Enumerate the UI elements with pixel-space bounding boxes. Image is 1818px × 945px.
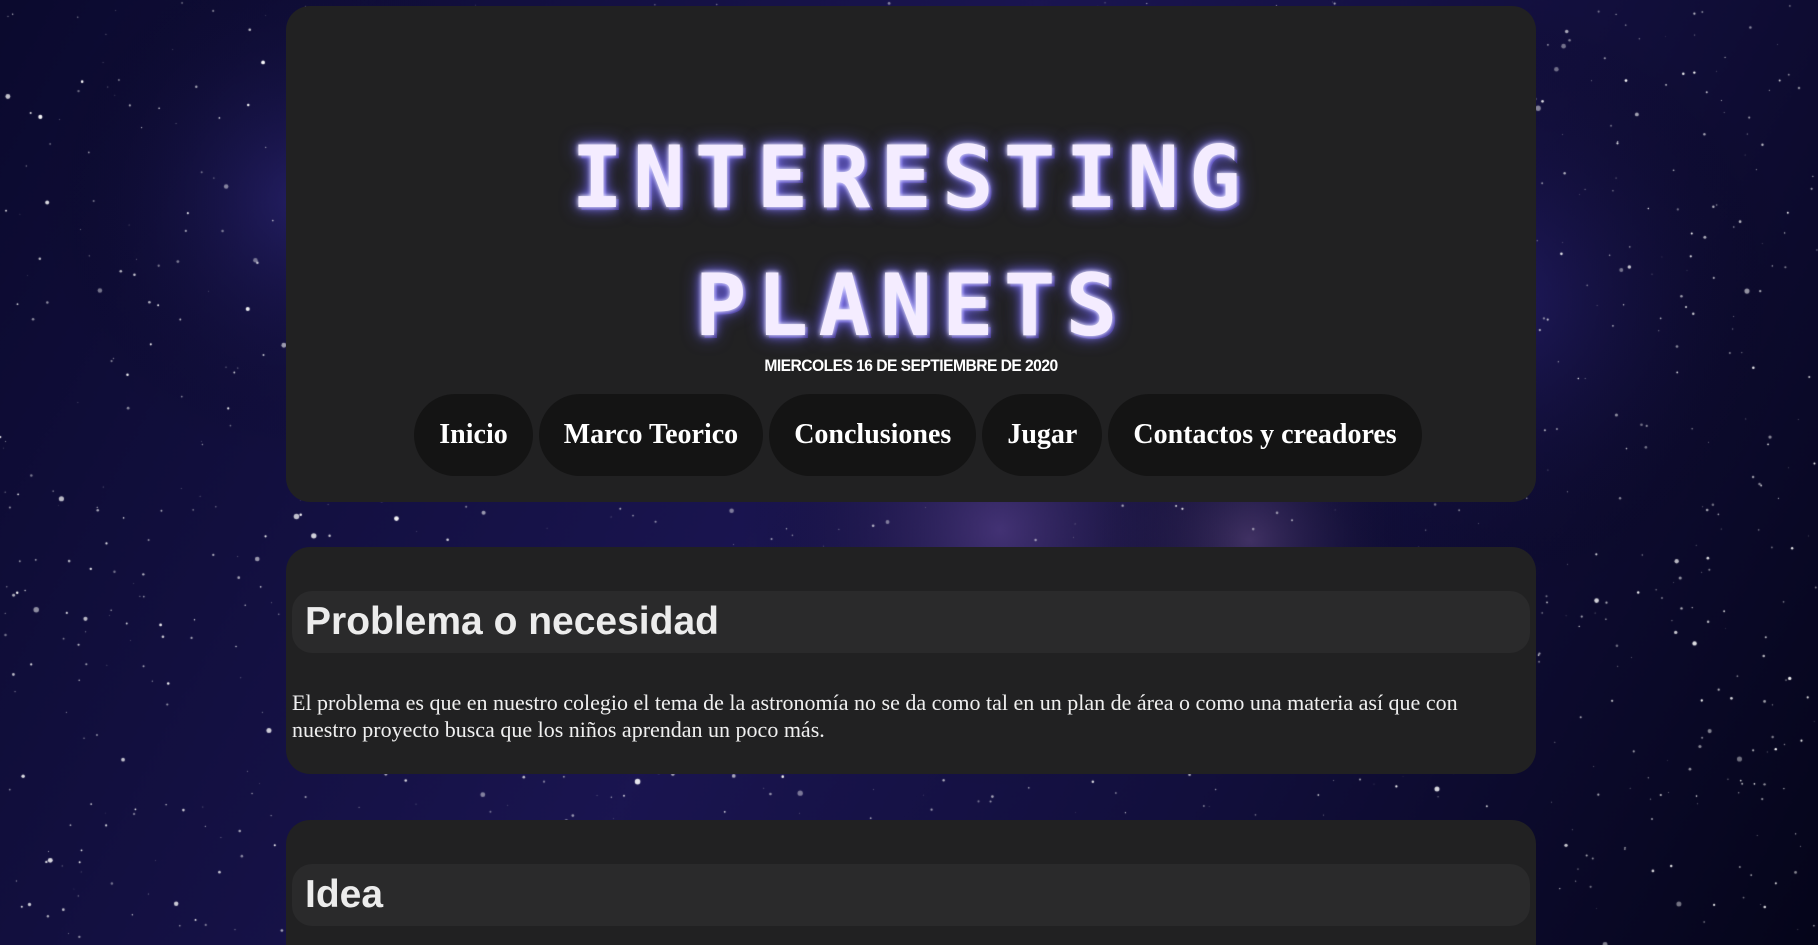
main-navigation: Inicio Marco Teorico Conclusiones Jugar … [286, 394, 1536, 476]
header-date: MIERCOLES 16 DE SEPTIEMBRE DE 2020 [764, 356, 1058, 375]
nav-item-jugar[interactable]: Jugar [982, 394, 1103, 476]
nav-item-conclusiones[interactable]: Conclusiones [769, 394, 977, 476]
section-title: Idea [305, 873, 384, 916]
section-idea: Idea [286, 820, 1536, 945]
section-header: Problema o necesidad [292, 591, 1530, 653]
header-container: INTERESTING PLANETS MIERCOLES 16 DE SEPT… [286, 6, 1536, 502]
nav-item-contactos[interactable]: Contactos y creadores [1108, 394, 1422, 476]
section-problema: Problema o necesidad El problema es que … [286, 547, 1536, 774]
site-logo[interactable]: INTERESTING PLANETS [286, 114, 1536, 370]
section-text: El problema es que en nuestro colegio el… [292, 690, 1458, 742]
section-header: Idea [292, 864, 1530, 926]
nav-item-marco-teorico[interactable]: Marco Teorico [538, 394, 764, 476]
nav-item-inicio[interactable]: Inicio [414, 394, 533, 476]
site-header: INTERESTING PLANETS MIERCOLES 16 DE SEPT… [286, 6, 1536, 502]
section-title: Problema o necesidad [305, 600, 719, 643]
logo-line-2: PLANETS [694, 256, 1128, 356]
logo-line-1: INTERESTING [571, 128, 1251, 228]
